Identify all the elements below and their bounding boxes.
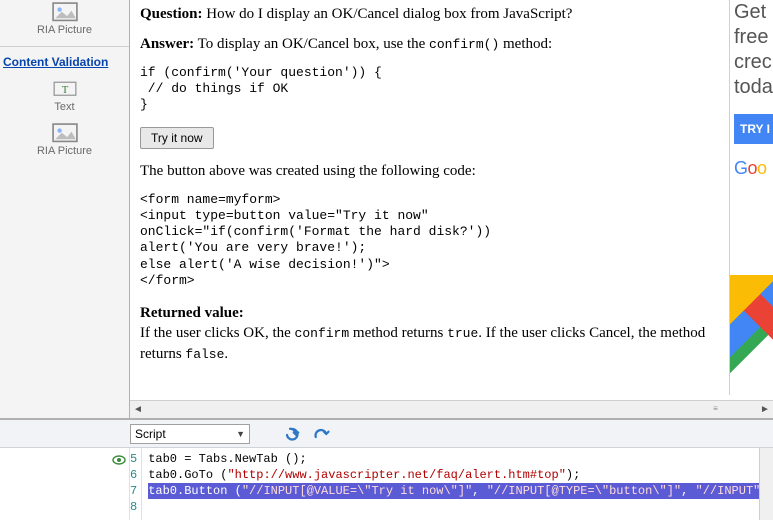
question-text: How do I display an OK/Cancel dialog box… — [203, 6, 573, 22]
ria-picture-icon — [52, 2, 78, 22]
chevron-down-icon: ▼ — [236, 429, 245, 439]
eye-icon — [112, 455, 126, 465]
sidebar-label: RIA Picture — [0, 145, 129, 157]
redo-button[interactable] — [310, 423, 332, 445]
ad-isometric-art — [730, 275, 773, 395]
code-editor[interactable]: 5 6 7 8 tab0 = Tabs.NewTab ();tab0.GoTo … — [0, 448, 773, 520]
inline-code: confirm() — [429, 37, 499, 52]
google-logo: Goo — [730, 158, 773, 179]
explanation-paragraph: The button above was created using the f… — [140, 161, 718, 181]
try-it-now-button[interactable]: Try it now — [140, 127, 214, 149]
answer-paragraph: Answer: To display an OK/Cancel box, use… — [140, 34, 718, 54]
code-line-5: tab0 = Tabs.NewTab (); — [148, 451, 773, 467]
code-line-6: tab0.GoTo ("http://www.javascripter.net/… — [148, 467, 773, 483]
script-toolbar: Script ▼ — [0, 420, 773, 448]
sidebar-item-text[interactable]: T Text — [0, 79, 129, 113]
scroll-left-icon[interactable]: ◄ — [130, 402, 146, 418]
ad-sidebar: Get free crec toda TRY I Goo — [729, 0, 773, 395]
horizontal-scrollbar[interactable]: ◄ ≡ ► — [130, 400, 773, 418]
breakpoint-gutter[interactable] — [0, 448, 130, 520]
tool-sidebar: RIA Picture Content Validation T Text RI… — [0, 0, 130, 418]
code-block-2: <form name=myform> <input type=button va… — [140, 192, 718, 290]
ad-text-line: toda — [730, 75, 773, 100]
code-text[interactable]: tab0 = Tabs.NewTab ();tab0.GoTo ("http:/… — [142, 448, 773, 520]
sidebar-label: RIA Picture — [0, 24, 129, 36]
returned-value-paragraph: Returned value: If the user clicks OK, t… — [140, 303, 718, 364]
script-type-combo[interactable]: Script ▼ — [130, 424, 250, 444]
text-tool-icon: T — [52, 79, 78, 99]
question-paragraph: Question: How do I display an OK/Cancel … — [140, 4, 718, 24]
sidebar-item-ria-picture-bottom[interactable]: RIA Picture — [0, 123, 129, 157]
ad-try-button[interactable]: TRY I — [734, 114, 773, 144]
page-body: Question: How do I display an OK/Cancel … — [134, 0, 724, 374]
line-number-gutter: 5 6 7 8 — [130, 448, 142, 520]
ad-text-line: free — [730, 25, 773, 50]
embedded-browser: Question: How do I display an OK/Cancel … — [130, 0, 773, 418]
undo-button[interactable] — [282, 423, 304, 445]
script-panel: Script ▼ 5 6 7 8 tab0 = Tabs.NewTab ();t… — [0, 418, 773, 520]
scroll-grip-icon[interactable]: ≡ — [706, 403, 726, 415]
combo-value: Script — [135, 427, 166, 441]
content-validation-link[interactable]: Content Validation — [0, 55, 129, 69]
answer-label: Answer: — [140, 36, 194, 52]
returned-value-label: Returned value: — [140, 305, 244, 321]
ria-picture-icon — [52, 123, 78, 143]
code-line-7-highlighted: tab0.Button ("//INPUT[@VALUE=\"Try it no… — [148, 483, 773, 499]
sidebar-label: Text — [0, 101, 129, 113]
question-label: Question: — [140, 6, 203, 22]
vertical-scrollbar[interactable] — [759, 448, 773, 520]
ad-text-line: Get — [730, 0, 773, 25]
ad-text-line: crec — [730, 50, 773, 75]
sidebar-separator — [0, 46, 129, 47]
code-block-1: if (confirm('Your question')) { // do th… — [140, 65, 718, 114]
scroll-track[interactable]: ≡ — [146, 403, 757, 417]
svg-text:T: T — [61, 84, 68, 96]
sidebar-item-ria-picture-top[interactable]: RIA Picture — [0, 2, 129, 36]
scroll-right-icon[interactable]: ► — [757, 402, 773, 418]
